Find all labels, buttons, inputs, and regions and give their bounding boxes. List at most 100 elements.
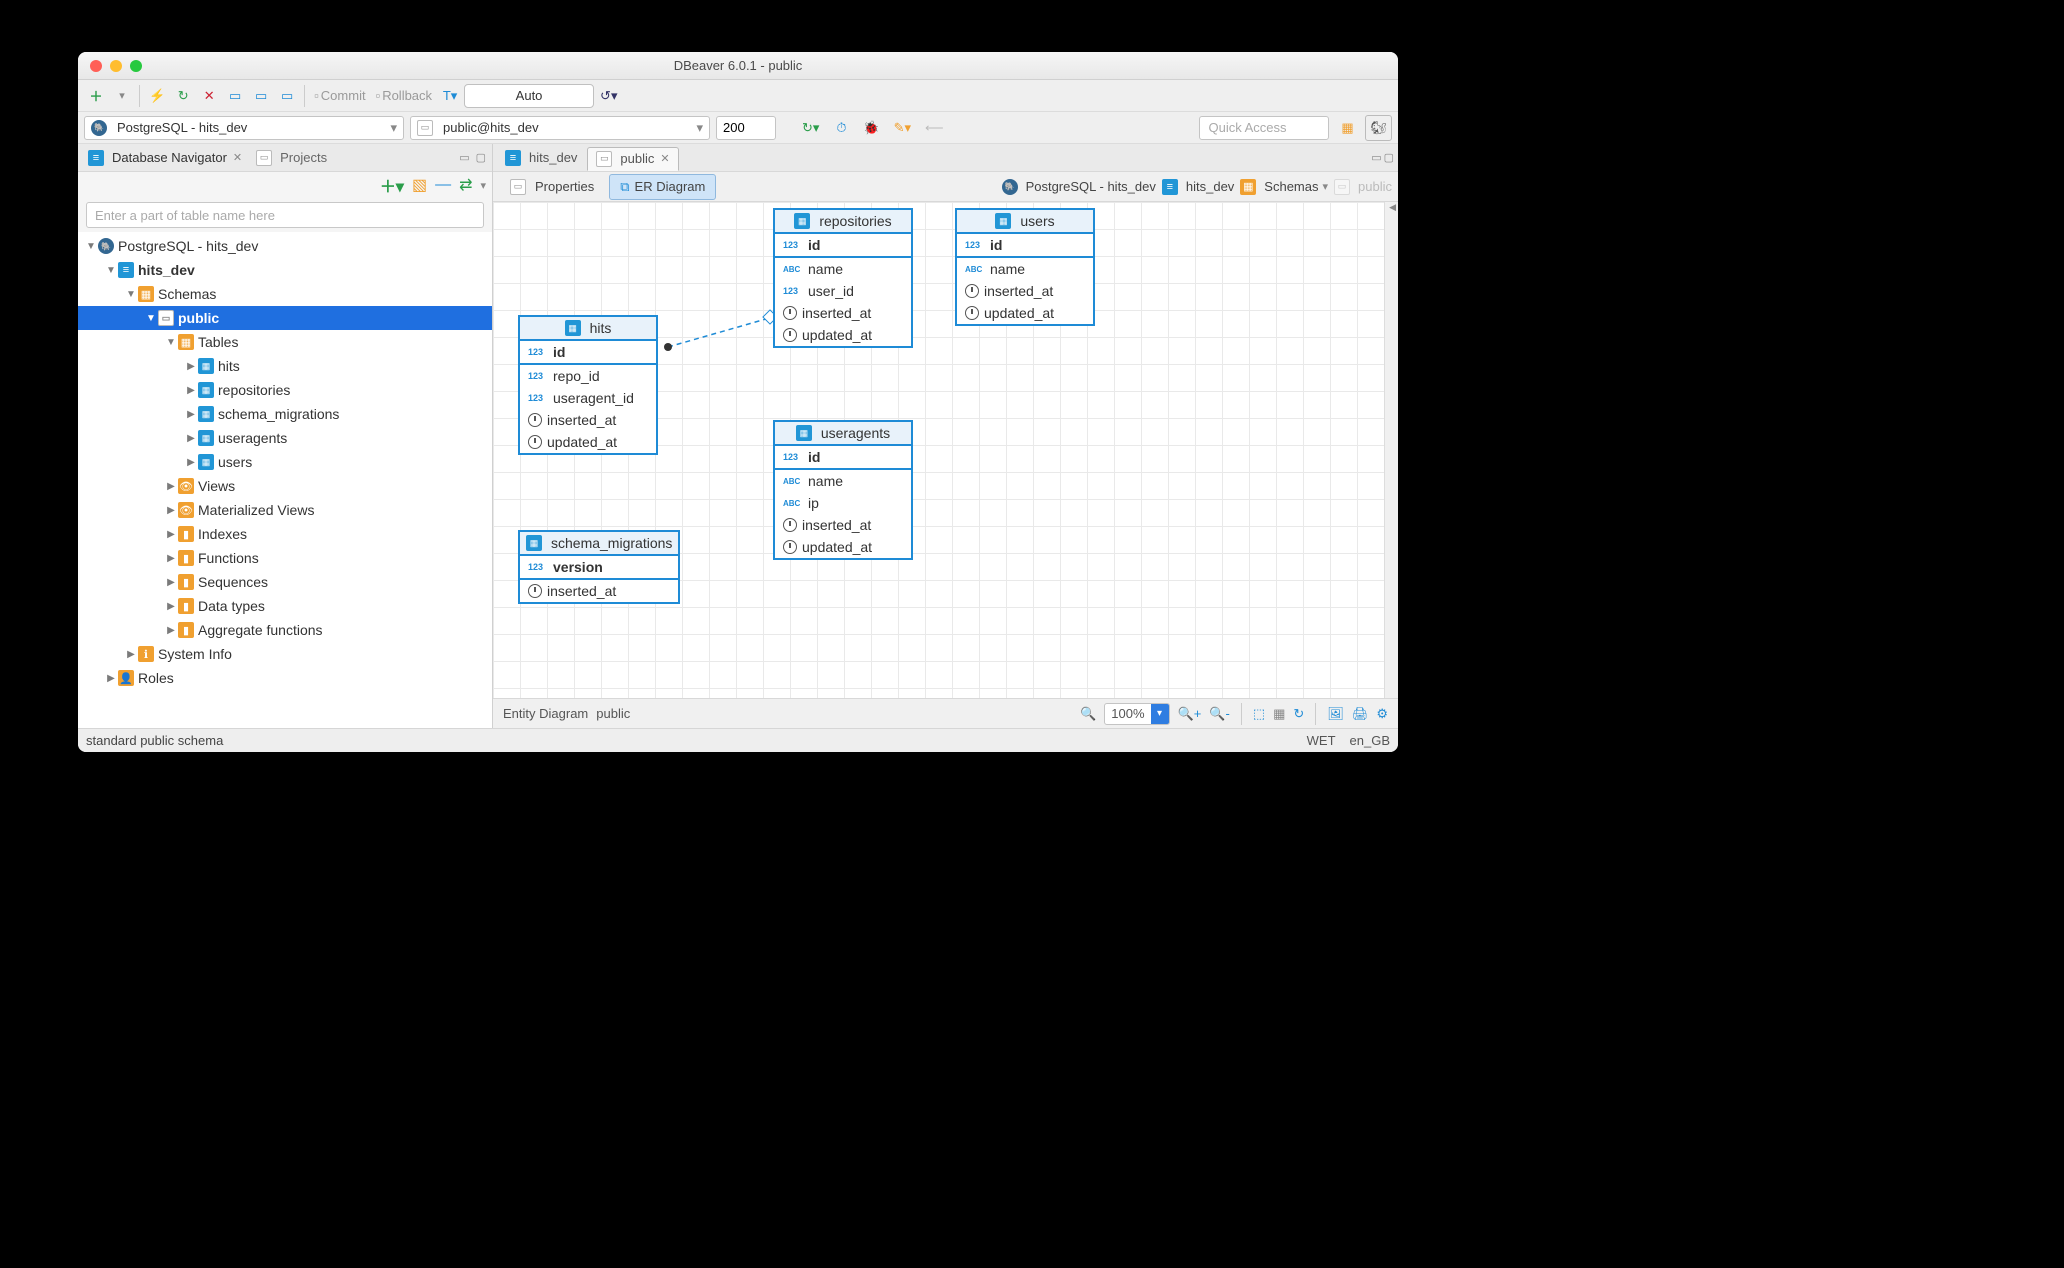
collapse-icon[interactable]: —: [435, 176, 451, 194]
schema-dropdown[interactable]: ▭ public@hits_dev ▾: [410, 116, 710, 140]
table-icon: ▦: [198, 382, 214, 398]
maximize-icon[interactable]: ▢: [1384, 151, 1394, 164]
refresh-diagram-icon[interactable]: ↻: [1293, 706, 1304, 722]
connect-icon[interactable]: ＋▾: [380, 173, 404, 197]
dbeaver-logo-icon[interactable]: 🐿: [1365, 115, 1392, 141]
schema-icon: ▭: [417, 120, 433, 136]
search-icon[interactable]: 🔍: [1080, 706, 1096, 722]
tree-functions[interactable]: ▶▮Functions: [78, 546, 492, 570]
er-diagram-icon: ⧉: [620, 179, 629, 195]
views-icon: 👁: [178, 478, 194, 494]
tree-mviews[interactable]: ▶👁Materialized Views: [78, 498, 492, 522]
new-connection-dropdown-icon[interactable]: ▾: [110, 83, 134, 109]
stop-icon[interactable]: ⏱: [829, 115, 853, 141]
refresh-data-icon[interactable]: ↻▾: [798, 115, 823, 141]
crumb-connection[interactable]: 🐘PostgreSQL - hits_dev: [1002, 179, 1156, 195]
tab-projects[interactable]: ▭ Projects: [252, 148, 331, 168]
zoom-dropdown[interactable]: 100%▾: [1104, 703, 1169, 725]
projects-icon: ▭: [256, 150, 272, 166]
connection-dropdown[interactable]: 🐘 PostgreSQL - hits_dev ▾: [84, 116, 404, 140]
crumb-schema[interactable]: ▭public: [1334, 179, 1392, 195]
marker-icon[interactable]: ✎▾: [890, 115, 915, 141]
tree-schema-public[interactable]: ▼▭public: [78, 306, 492, 330]
tree-roles[interactable]: ▶👤Roles: [78, 666, 492, 690]
subtab-properties[interactable]: ▭Properties: [499, 174, 605, 200]
tree-tables[interactable]: ▼▦Tables: [78, 330, 492, 354]
editor-tab-public[interactable]: ▭public✕: [587, 147, 678, 171]
plug-icon[interactable]: ⚡: [145, 83, 169, 109]
row-limit-input[interactable]: 200: [716, 116, 776, 140]
export-image-icon[interactable]: 🖼: [1327, 706, 1344, 722]
close-tab-icon[interactable]: ✕: [660, 152, 669, 165]
schema-icon: ▭: [158, 310, 174, 326]
rollback-button[interactable]: ▫Rollback: [372, 83, 436, 109]
debug-icon[interactable]: 🐞: [859, 115, 883, 141]
tree-schemas[interactable]: ▼▦Schemas: [78, 282, 492, 306]
crumb-schemas[interactable]: ▦Schemas▾: [1240, 179, 1328, 195]
disconnect-icon[interactable]: ✕: [197, 83, 221, 109]
crumb-database[interactable]: ≡hits_dev: [1162, 179, 1234, 195]
editor-tab-hits-dev[interactable]: ≡hits_dev: [497, 147, 585, 169]
maximize-pane-icon[interactable]: ▢: [476, 151, 486, 164]
entity-hits[interactable]: ▦hits123id123repo_id123useragent_idinser…: [518, 315, 658, 455]
history-icon[interactable]: ↺▾: [596, 83, 621, 109]
print-icon[interactable]: 🖨: [1352, 706, 1369, 722]
er-canvas[interactable]: ▦hits123id123repo_id123useragent_idinser…: [493, 202, 1398, 698]
table-icon: ▦: [198, 430, 214, 446]
entity-useragents[interactable]: ▦useragents123idABCnameABCipinserted_atu…: [773, 420, 913, 560]
navigator-tree[interactable]: ▼🐘PostgreSQL - hits_dev ▼≡hits_dev ▼▦Sch…: [78, 232, 492, 728]
refresh-icon[interactable]: ↻: [171, 83, 195, 109]
tree-table[interactable]: ▶▦repositories: [78, 378, 492, 402]
settings-icon[interactable]: ⚙: [1376, 706, 1388, 722]
entity-repositories[interactable]: ▦repositories123idABCname123user_idinser…: [773, 208, 913, 348]
breadcrumb: 🐘PostgreSQL - hits_dev ≡hits_dev ▦Schema…: [1002, 179, 1392, 195]
zoom-out-icon[interactable]: 🔍-: [1209, 706, 1230, 722]
entity-users[interactable]: ▦users123idABCnameinserted_atupdated_at: [955, 208, 1095, 326]
close-tab-icon[interactable]: ✕: [233, 151, 242, 164]
tree-sequences[interactable]: ▶▮Sequences: [78, 570, 492, 594]
tree-indexes[interactable]: ▶▮Indexes: [78, 522, 492, 546]
tree-label: Aggregate functions: [198, 622, 323, 638]
quick-access-input[interactable]: Quick Access: [1199, 116, 1329, 140]
tree-system-info[interactable]: ▶ℹSystem Info: [78, 642, 492, 666]
titlebar: DBeaver 6.0.1 - public: [78, 52, 1398, 80]
tree-table[interactable]: ▶▦hits: [78, 354, 492, 378]
back-icon[interactable]: ⟵: [921, 115, 948, 141]
minimize-icon[interactable]: ▭: [1371, 151, 1381, 164]
subtab-er-diagram[interactable]: ⧉ER Diagram: [609, 174, 716, 200]
sql-recent-icon[interactable]: ▭: [249, 83, 273, 109]
database-icon: ≡: [1162, 179, 1178, 195]
tree-database[interactable]: ▼≡hits_dev: [78, 258, 492, 282]
minimize-pane-icon[interactable]: ▭: [459, 151, 469, 164]
table-icon: ▦: [995, 213, 1011, 229]
sql-editor-icon[interactable]: ▭: [223, 83, 247, 109]
tree-table[interactable]: ▶▦users: [78, 450, 492, 474]
new-connection-icon[interactable]: ＋: [84, 83, 108, 109]
tree-aggregate-functions[interactable]: ▶▮Aggregate functions: [78, 618, 492, 642]
grid-icon[interactable]: ▦: [1273, 706, 1285, 722]
commit-button[interactable]: ▫Commit: [310, 83, 369, 109]
schema-icon: ▭: [596, 151, 612, 167]
transaction-mode-icon[interactable]: T▾: [438, 83, 462, 109]
sql-new-icon[interactable]: ▭: [275, 83, 299, 109]
tree-views[interactable]: ▶👁Views: [78, 474, 492, 498]
view-menu-icon[interactable]: ▾: [480, 179, 486, 192]
entity-schema_migrations[interactable]: ▦schema_migrations123versioninserted_at: [518, 530, 680, 604]
perspective-icon[interactable]: ▦: [1335, 115, 1359, 141]
tab-database-navigator[interactable]: ≡ Database Navigator ✕: [84, 148, 246, 168]
tree-datatypes[interactable]: ▶▮Data types: [78, 594, 492, 618]
tree-label: Tables: [198, 334, 238, 350]
tree-filter-input[interactable]: Enter a part of table name here: [86, 202, 484, 228]
zoom-in-icon[interactable]: 🔍+: [1178, 706, 1202, 722]
chevron-down-icon[interactable]: ▾: [1151, 704, 1169, 724]
tree-label: Indexes: [198, 526, 247, 542]
tree-table[interactable]: ▶▦schema_migrations: [78, 402, 492, 426]
isolation-dropdown[interactable]: Auto: [464, 84, 594, 108]
new-folder-icon[interactable]: ▧: [412, 175, 427, 195]
connection-name: PostgreSQL - hits_dev: [117, 120, 247, 135]
link-editor-icon[interactable]: ⇄: [459, 175, 472, 195]
tree-connection[interactable]: ▼🐘PostgreSQL - hits_dev: [78, 234, 492, 258]
vertical-scrollbar[interactable]: ◀: [1384, 202, 1398, 698]
layout-icon[interactable]: ⬚: [1253, 706, 1265, 722]
tree-table[interactable]: ▶▦useragents: [78, 426, 492, 450]
